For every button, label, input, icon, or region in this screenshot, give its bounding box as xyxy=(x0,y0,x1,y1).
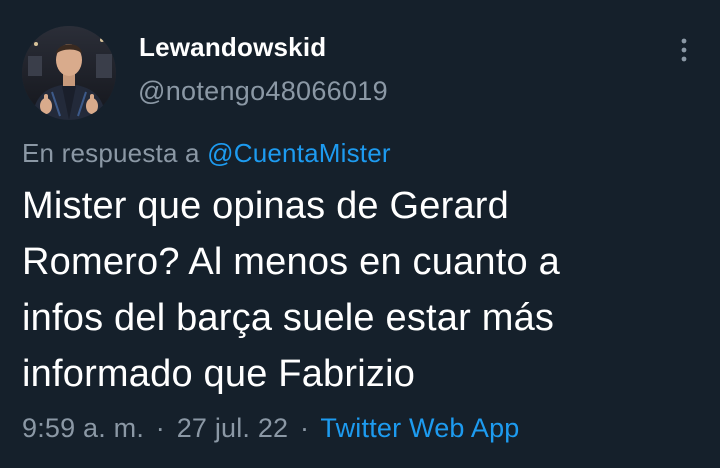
more-options-button[interactable] xyxy=(664,34,704,66)
tweet-text-line: infos del barça suele estar más xyxy=(22,297,555,339)
meta-separator: · xyxy=(299,413,310,443)
tweet: Lewandowskid @notengo48066019 En respues… xyxy=(0,0,720,468)
tweet-meta: 9:59 a. m. · 27 jul. 22 · Twitter Web Ap… xyxy=(22,413,520,444)
tweet-time[interactable]: 9:59 a. m. xyxy=(22,413,144,443)
avatar[interactable] xyxy=(22,26,116,120)
tweet-text-line: Romero? Al menos en cuanto a xyxy=(22,241,560,283)
tweet-source-link[interactable]: Twitter Web App xyxy=(320,413,519,443)
profile-photo xyxy=(22,26,116,120)
tweet-text-line: Mister que opinas de Gerard xyxy=(22,185,509,227)
reply-context: En respuesta a @CuentaMister xyxy=(22,138,391,169)
display-name[interactable]: Lewandowskid xyxy=(139,32,326,63)
user-handle[interactable]: @notengo48066019 xyxy=(138,76,388,107)
reply-prefix: En respuesta a xyxy=(22,138,200,168)
more-options-icon xyxy=(681,38,687,62)
meta-separator: · xyxy=(155,413,165,443)
tweet-text-line: informado que Fabrizio xyxy=(22,353,416,395)
reply-mention-link[interactable]: @CuentaMister xyxy=(207,138,391,168)
tweet-date[interactable]: 27 jul. 22 xyxy=(177,413,289,443)
tweet-text: Mister que opinas de Gerard Romero? Al m… xyxy=(22,178,702,402)
